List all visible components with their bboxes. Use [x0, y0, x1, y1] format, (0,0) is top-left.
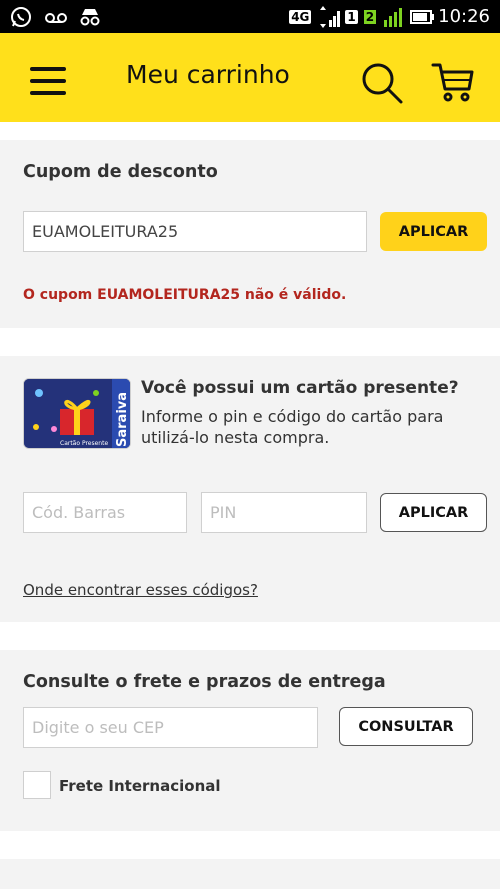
- pin-input[interactable]: [201, 492, 367, 533]
- consult-shipping-button[interactable]: CONSULTAR: [339, 707, 473, 746]
- sim1-badge: 1: [345, 9, 358, 24]
- cart-button[interactable]: [431, 61, 475, 105]
- signal-sim1-icon: [317, 5, 341, 28]
- incognito-icon: [78, 6, 100, 28]
- gift-card-description: Informe o pin e código do cartão para ut…: [141, 407, 444, 447]
- coupon-section: Cupom de desconto APLICAR O cupom EUAMOL…: [0, 140, 500, 328]
- menu-icon-line: [30, 79, 66, 83]
- next-section: [0, 859, 500, 889]
- gift-apply-button[interactable]: APLICAR: [380, 493, 487, 532]
- menu-icon-line: [30, 67, 66, 71]
- shipping-title: Consulte o frete e prazos de entrega: [23, 672, 386, 692]
- search-icon: [362, 63, 403, 104]
- shipping-section: Consulte o frete e prazos de entrega CON…: [0, 650, 500, 831]
- cart-icon: [431, 63, 474, 102]
- status-bar: 4G 1 2 10:26: [0, 0, 500, 33]
- gift-card-section: Saraiva Cartão Presente Você possui um c…: [0, 356, 500, 622]
- app-bar: Meu carrinho: [0, 33, 500, 122]
- gift-card-brand: Saraiva: [115, 392, 130, 447]
- find-codes-link[interactable]: Onde encontrar esses códigos?: [23, 581, 258, 599]
- gift-card-image: Saraiva Cartão Presente: [23, 378, 131, 449]
- menu-icon-line: [30, 91, 66, 95]
- menu-button[interactable]: [30, 67, 66, 95]
- whatsapp-icon: [10, 6, 32, 28]
- clock: 10:26: [438, 6, 490, 27]
- network-type-badge: 4G: [289, 9, 312, 24]
- international-shipping-label: Frete Internacional: [59, 777, 221, 795]
- gift-card-caption: Cartão Presente: [60, 440, 108, 447]
- battery-icon: [410, 6, 435, 28]
- cep-input[interactable]: [23, 707, 318, 748]
- coupon-title: Cupom de desconto: [23, 162, 218, 182]
- page-title: Meu carrinho: [126, 60, 290, 89]
- international-shipping-checkbox[interactable]: [23, 771, 51, 799]
- voicemail-icon: [44, 6, 67, 28]
- barcode-input[interactable]: [23, 492, 187, 533]
- signal-sim2-icon: [382, 6, 404, 28]
- sim2-badge: 2: [363, 9, 377, 24]
- gift-card-title: Você possui um cartão presente?: [141, 378, 459, 398]
- coupon-error-message: O cupom EUAMOLEITURA25 não é válido.: [23, 287, 347, 303]
- search-button[interactable]: [360, 61, 404, 105]
- coupon-apply-button[interactable]: APLICAR: [380, 212, 487, 251]
- coupon-input[interactable]: [23, 211, 367, 252]
